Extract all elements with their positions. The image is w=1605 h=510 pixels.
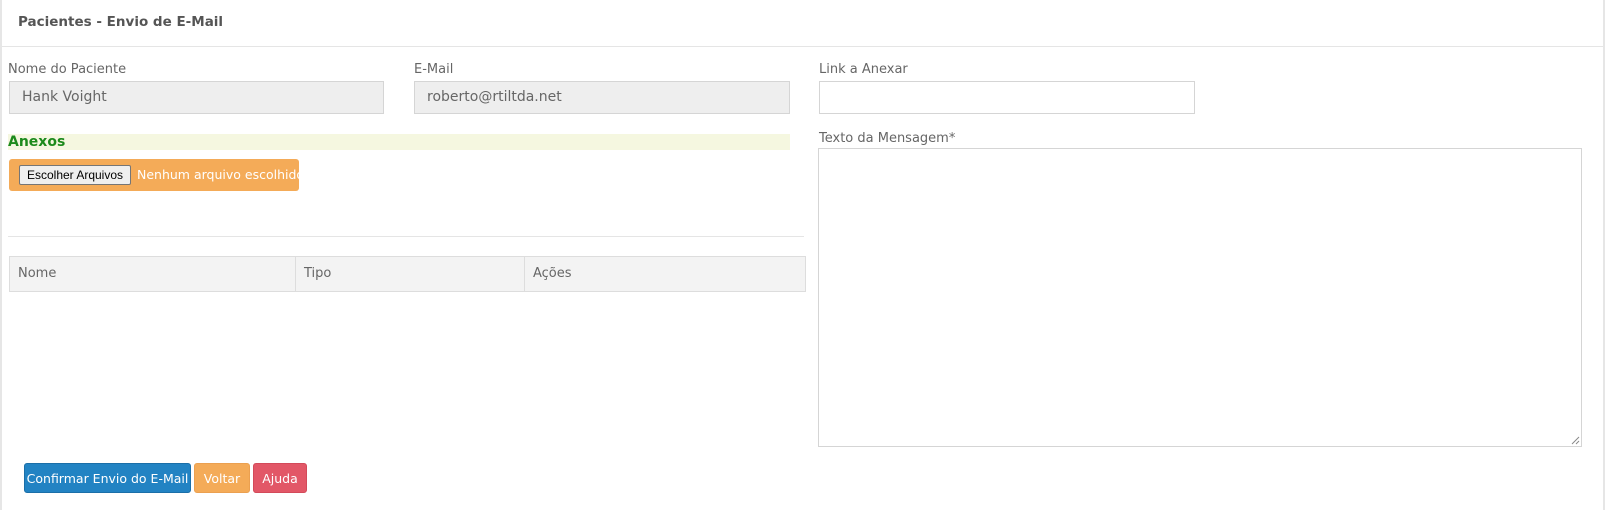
patient-name-field[interactable]: Hank Voight [9,81,384,114]
attachments-section-bar [8,134,790,150]
email-label: E-Mail [414,62,454,77]
file-picker[interactable]: Escolher Arquivos Nenhum arquivo escolhi… [9,159,304,191]
link-label: Link a Anexar [819,62,908,77]
page-title: Pacientes - Envio de E-Mail [18,14,224,30]
page-header: Pacientes - Envio de E-Mail [2,0,1603,47]
back-button[interactable]: Voltar [194,463,250,493]
attachments-divider [8,236,804,237]
link-input[interactable] [819,81,1195,114]
file-status-text: Nenhum arquivo escolhido [137,167,305,182]
message-label: Texto da Mensagem* [819,131,956,146]
patient-name-label: Nome do Paciente [8,62,127,77]
attachments-table-header: Nome Tipo Ações [9,256,806,292]
attachments-title: Anexos [8,134,66,150]
column-header-actions: Ações [533,266,572,281]
resize-grip-icon[interactable] [1570,435,1580,445]
column-header-name[interactable]: Nome [10,257,296,291]
email-send-page: Pacientes - Envio de E-Mail Nome do Paci… [0,0,1605,510]
confirm-send-button[interactable]: Confirmar Envio do E-Mail [24,463,191,493]
column-header-type[interactable]: Tipo [296,257,525,291]
help-button[interactable]: Ajuda [253,463,307,493]
email-field[interactable]: roberto@rtiltda.net [414,81,790,114]
message-textarea[interactable] [818,148,1582,447]
choose-files-button[interactable]: Escolher Arquivos [19,165,131,185]
